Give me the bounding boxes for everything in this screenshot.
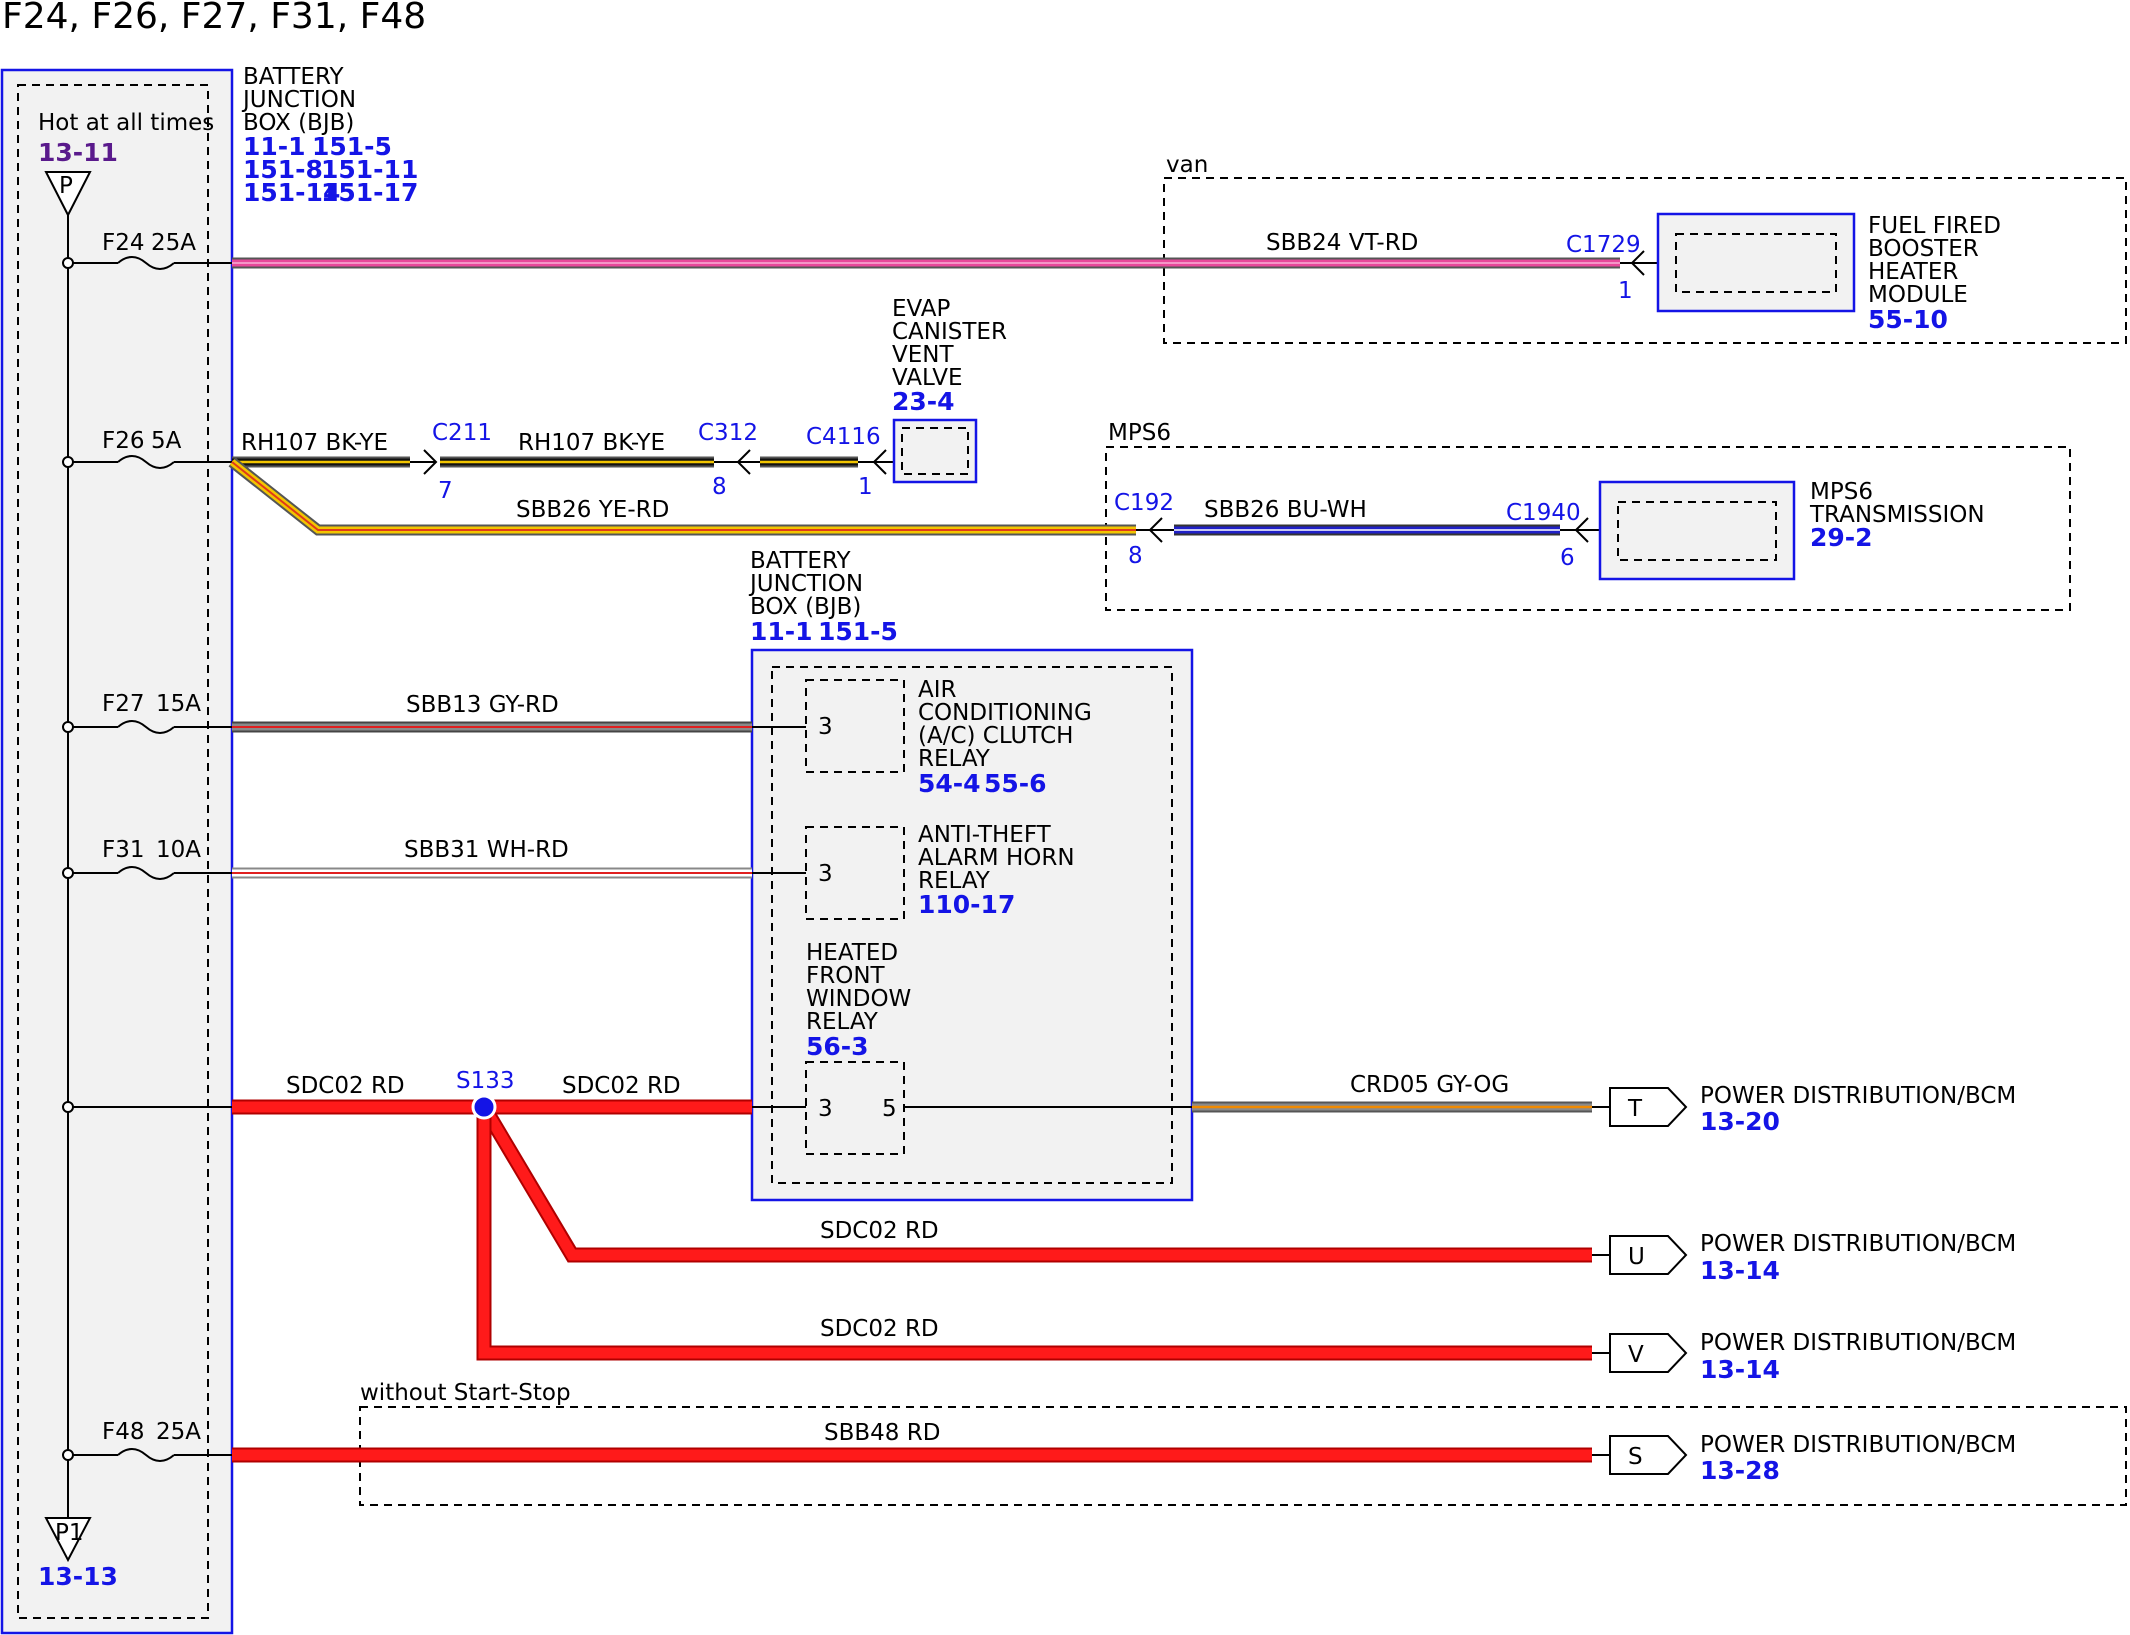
bjb-main-label: BATTERY JUNCTION BOX (BJB) 11-1 151-5 15…	[241, 64, 418, 207]
wire-sbb26-bu-wh: SBB26 BU-WH	[1174, 497, 1560, 536]
svg-text:F31: F31	[102, 837, 145, 863]
svg-text:8: 8	[712, 474, 727, 500]
power-p-label: P	[59, 173, 73, 199]
component-fuel-heater: FUEL FIRED BOOSTER HEATER MODULE 55-10	[1656, 212, 2001, 334]
svg-text:U: U	[1628, 1244, 1645, 1270]
hot-at-all-times-label: Hot at all times	[38, 110, 214, 136]
wire-sdc02-a: SDC02 RD	[232, 1073, 484, 1115]
svg-text:13-14: 13-14	[1700, 1355, 1780, 1384]
svg-text:F26: F26	[102, 428, 145, 454]
svg-text:3: 3	[818, 861, 833, 887]
svg-text:RH107 BK-YE: RH107 BK-YE	[241, 430, 388, 456]
svg-text:POWER DISTRIBUTION/BCM: POWER DISTRIBUTION/BCM	[1700, 1330, 2016, 1356]
destination-u: U POWER DISTRIBUTION/BCM 13-14	[1592, 1231, 2016, 1285]
power-p1-label: P1	[55, 1520, 84, 1546]
svg-text:13-28: 13-28	[1700, 1456, 1780, 1485]
svg-text:S133: S133	[456, 1068, 515, 1094]
svg-text:SBB48 RD: SBB48 RD	[824, 1420, 940, 1446]
bottom-ref: 13-13	[38, 1562, 118, 1591]
destination-t: T POWER DISTRIBUTION/BCM 13-20	[1592, 1083, 2016, 1136]
wire-sbb26-ye-rd: SBB26 YE-RD	[228, 457, 1136, 536]
wire-sbb13: SBB13 GY-RD	[232, 692, 806, 733]
bjb-relay-label: BATTERY JUNCTION BOX (BJB) 11-1 151-5	[748, 548, 898, 646]
svg-text:F24: F24	[102, 230, 145, 256]
svg-text:5A: 5A	[151, 428, 182, 454]
svg-text:7: 7	[438, 478, 453, 504]
wiring-diagram: F24, F26, F27, F31, F48 BATTERY JUNCTION…	[0, 0, 2127, 1635]
destination-s: S POWER DISTRIBUTION/BCM 13-28	[1592, 1432, 2016, 1485]
svg-text:C4116: C4116	[806, 424, 881, 450]
svg-text:15A: 15A	[156, 691, 201, 717]
svg-text:C211: C211	[432, 420, 492, 446]
wire-sbb31: SBB31 WH-RD	[232, 837, 806, 879]
group-mps6-label: MPS6	[1108, 420, 1171, 446]
svg-text:1: 1	[858, 474, 873, 500]
svg-text:3: 3	[818, 1096, 833, 1122]
component-evap-valve: EVAP CANISTER VENT VALVE 23-4	[892, 296, 1007, 484]
destination-v: V POWER DISTRIBUTION/BCM 13-14	[1592, 1330, 2016, 1384]
svg-text:54-4: 54-4	[918, 769, 981, 798]
svg-text:55-10: 55-10	[1868, 305, 1948, 334]
svg-text:S: S	[1628, 1444, 1643, 1470]
svg-text:1: 1	[1618, 278, 1633, 304]
svg-text:23-4: 23-4	[892, 387, 955, 416]
svg-text:25A: 25A	[156, 1419, 201, 1445]
svg-text:3: 3	[818, 714, 833, 740]
wire-rh107-a: RH107 BK-YE	[232, 430, 410, 468]
svg-text:SBB13 GY-RD: SBB13 GY-RD	[406, 692, 559, 718]
svg-text:SBB31 WH-RD: SBB31 WH-RD	[404, 837, 569, 863]
svg-text:POWER DISTRIBUTION/BCM: POWER DISTRIBUTION/BCM	[1700, 1231, 2016, 1257]
svg-text:C1729: C1729	[1566, 232, 1641, 258]
svg-text:55-6: 55-6	[984, 769, 1047, 798]
svg-text:POWER DISTRIBUTION/BCM: POWER DISTRIBUTION/BCM	[1700, 1083, 2016, 1109]
svg-text:C1940: C1940	[1506, 500, 1581, 526]
svg-text:F27: F27	[102, 691, 145, 717]
svg-text:5: 5	[882, 1096, 897, 1122]
svg-text:151-17: 151-17	[321, 178, 418, 207]
wire-sbb48: SBB48 RD	[232, 1420, 1592, 1463]
group-van-label: van	[1166, 152, 1208, 178]
group-without-start-stop-label: without Start-Stop	[360, 1380, 571, 1406]
svg-text:SBB24 VT-RD: SBB24 VT-RD	[1266, 230, 1418, 256]
svg-text:25A: 25A	[151, 230, 196, 256]
svg-text:SDC02 RD: SDC02 RD	[820, 1316, 939, 1342]
svg-text:V: V	[1628, 1342, 1644, 1368]
svg-text:C192: C192	[1114, 490, 1174, 516]
svg-text:CRD05 GY-OG: CRD05 GY-OG	[1350, 1072, 1509, 1098]
svg-text:T: T	[1627, 1096, 1643, 1122]
svg-text:SDC02 RD: SDC02 RD	[286, 1073, 405, 1099]
svg-text:151-5: 151-5	[818, 617, 898, 646]
svg-text:29-2: 29-2	[1810, 523, 1873, 552]
svg-text:8: 8	[1128, 543, 1143, 569]
svg-text:6: 6	[1560, 545, 1575, 571]
component-mps6-transmission: MPS6 TRANSMISSION 29-2	[1598, 479, 1985, 581]
svg-text:110-17: 110-17	[918, 890, 1015, 919]
svg-text:10A: 10A	[156, 837, 201, 863]
svg-text:F48: F48	[102, 1419, 145, 1445]
svg-text:11-1: 11-1	[750, 617, 813, 646]
wire-sbb24: SBB24 VT-RD	[232, 230, 1620, 269]
svg-text:13-14: 13-14	[1700, 1256, 1780, 1285]
svg-text:SBB26 YE-RD: SBB26 YE-RD	[516, 497, 669, 523]
hot-ref: 13-11	[38, 138, 118, 167]
svg-text:56-3: 56-3	[806, 1032, 869, 1061]
diagram-title: F24, F26, F27, F31, F48	[2, 0, 426, 37]
svg-text:POWER DISTRIBUTION/BCM: POWER DISTRIBUTION/BCM	[1700, 1432, 2016, 1458]
svg-text:RH107 BK-YE: RH107 BK-YE	[518, 430, 665, 456]
svg-text:13-20: 13-20	[1700, 1107, 1780, 1136]
svg-text:SBB26 BU-WH: SBB26 BU-WH	[1204, 497, 1367, 523]
svg-text:C312: C312	[698, 420, 758, 446]
svg-text:SDC02 RD: SDC02 RD	[562, 1073, 681, 1099]
svg-text:SDC02 RD: SDC02 RD	[820, 1218, 939, 1244]
